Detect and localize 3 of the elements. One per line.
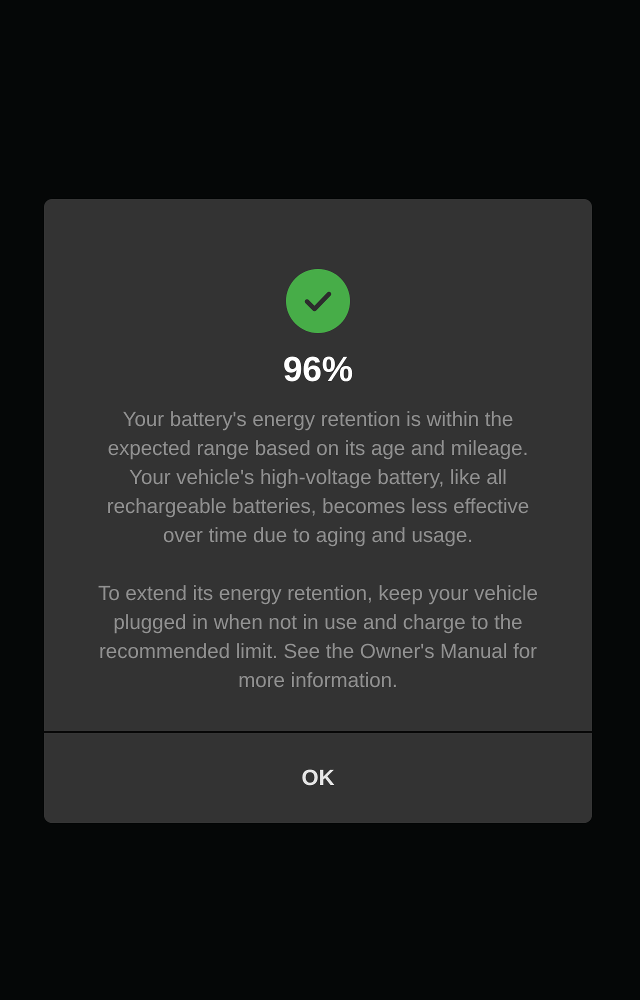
description-text: Your battery's energy retention is within the expected range based on its age and mileage. Your vehicle's high-voltage battery, like all rechargeable batteries, becomes less effective over time due to aging and usage. <box>106 407 530 549</box>
retention-value: 96% <box>282 349 354 391</box>
description-text: To extend its energy retention, keep your vehicle plugged in when not in use and charge to the recommended limit. See the Owner's Manual for more information. <box>97 581 539 694</box>
